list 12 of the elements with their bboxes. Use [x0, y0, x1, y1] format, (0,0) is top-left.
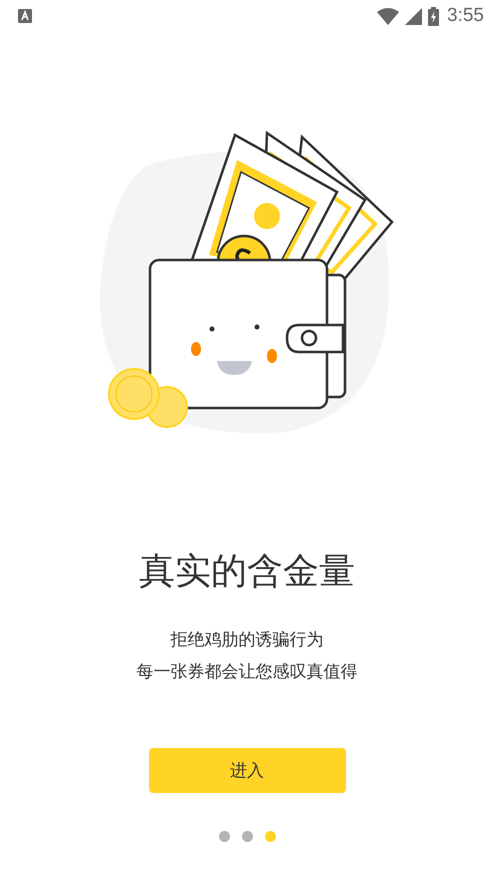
clock-time: 3:55	[447, 5, 484, 27]
page-dot[interactable]	[218, 831, 230, 842]
subtitle-line: 每一张券都会让您感叹真值得	[136, 661, 358, 684]
notification-icon	[18, 9, 32, 23]
enter-button[interactable]: 进入	[148, 748, 346, 793]
signal-icon	[405, 8, 422, 24]
battery-icon	[428, 6, 440, 26]
wifi-icon	[377, 8, 400, 24]
page-dot[interactable]	[264, 831, 276, 842]
subtitle-line: 拒绝鸡肋的诱骗行为	[170, 629, 324, 652]
title: 真实的含金量	[139, 550, 355, 594]
page-dot[interactable]	[242, 831, 252, 842]
